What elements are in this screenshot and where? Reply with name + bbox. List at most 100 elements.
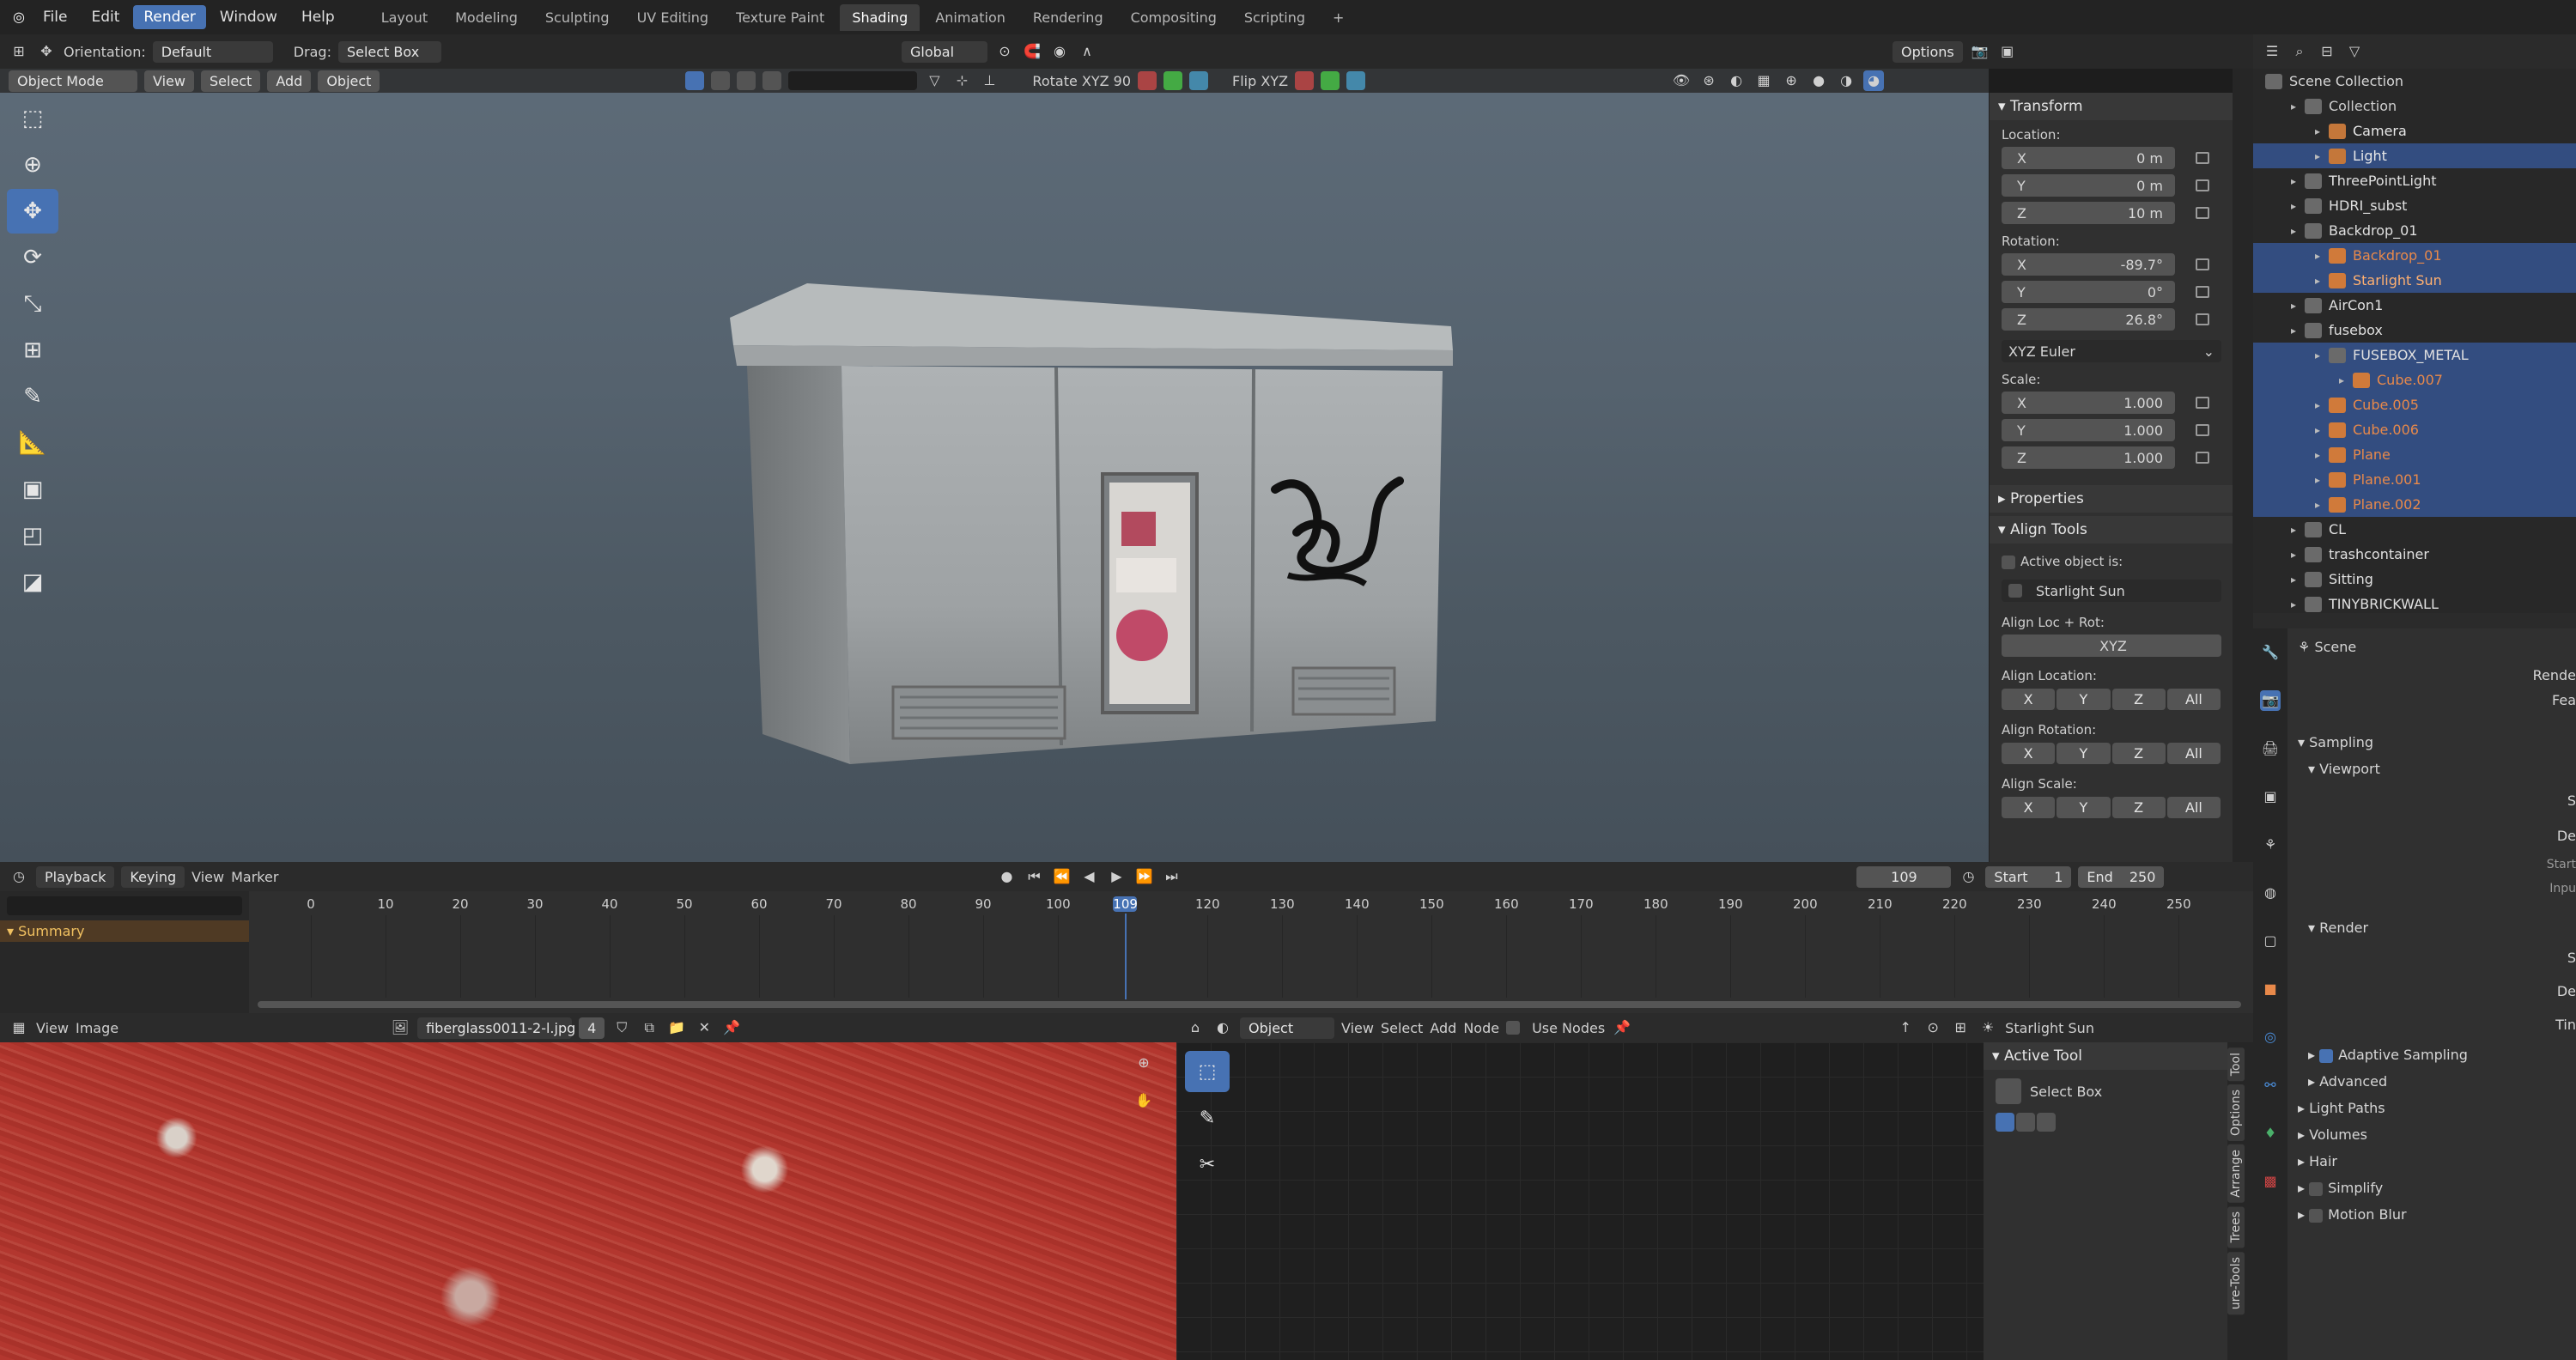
outliner-row[interactable]: ▸ FUSEBOX_METAL <box>2253 343 2576 367</box>
parent-node-icon[interactable]: ↑ <box>1895 1017 1916 1038</box>
falloff-icon[interactable]: ∧ <box>1077 41 1097 62</box>
tab-tool[interactable]: Tool <box>2227 1047 2245 1082</box>
expand-arrow-icon[interactable]: ▸ <box>2310 449 2325 461</box>
texture-tab-icon[interactable]: ▩ <box>2260 1171 2281 1192</box>
node-menu[interactable]: Node <box>1463 1020 1499 1036</box>
rotation-mode-dropdown[interactable]: XYZ Euler ⌄ <box>2002 340 2221 362</box>
expand-arrow-icon[interactable]: ▸ <box>2334 374 2349 386</box>
expand-arrow-icon[interactable]: ▸ <box>2310 150 2325 162</box>
timeline-scrollbar[interactable] <box>258 1001 2241 1008</box>
expand-arrow-icon[interactable]: ▸ <box>2310 499 2325 511</box>
next-keyframe-icon[interactable]: ⏩ <box>1133 866 1154 887</box>
expand-arrow-icon[interactable]: ▸ <box>2286 300 2301 312</box>
jump-end-icon[interactable]: ⏭ <box>1161 866 1182 887</box>
scale-y-field[interactable]: Y 1.000 <box>2002 419 2175 441</box>
snap-icon[interactable]: ⊙ <box>1923 1017 1943 1038</box>
rotation-x-field[interactable]: X -89.7° <box>2002 253 2175 276</box>
location-x-field[interactable]: X 0 m <box>2002 147 2175 169</box>
drag-dropdown[interactable]: Select Box <box>337 40 441 63</box>
scene-tab-icon[interactable]: ⚘ <box>2260 835 2281 855</box>
outliner-row[interactable]: ▸ Plane.002 <box>2253 492 2576 517</box>
timeline-editor-icon[interactable]: ◷ <box>9 866 29 887</box>
open-image-icon[interactable]: 📁 <box>666 1017 687 1038</box>
viewport-menu-select[interactable]: Select <box>200 70 261 92</box>
outliner-editor-icon[interactable]: ☰ <box>2262 41 2282 62</box>
expand-arrow-icon[interactable]: ▸ <box>2310 250 2325 262</box>
summary-row[interactable]: ▾ Summary <box>0 920 249 942</box>
sampling-section[interactable]: ▾ Sampling <box>2287 715 2576 756</box>
data-tab-icon[interactable]: ♦ <box>2260 1123 2281 1144</box>
menu-render[interactable]: Render <box>133 5 206 29</box>
object-type-dropdown[interactable]: Object <box>1240 1017 1334 1039</box>
lock-icon[interactable] <box>2196 313 2209 325</box>
image-users-count[interactable]: 4 <box>579 1017 605 1039</box>
frame-ruler[interactable]: 0 10 20 30 40 50 60 70 80 90 100 109 120 130 140 150 160… <box>249 891 2253 1013</box>
tab-texture-paint[interactable]: Texture Paint <box>724 4 836 31</box>
outliner-row[interactable]: ▸ Light <box>2253 143 2576 168</box>
shading-icon[interactable] <box>711 71 731 90</box>
scale-tool-icon[interactable]: ⤡ <box>7 282 58 326</box>
render-icon[interactable]: ▣ <box>1997 41 2018 62</box>
outliner-root[interactable]: Scene Collection <box>2253 69 2576 94</box>
overlay-icon[interactable]: ⊞ <box>1950 1017 1971 1038</box>
scale-z-field[interactable]: Z 1.000 <box>2002 446 2175 469</box>
rendered-shading-icon[interactable]: ◕ <box>1863 70 1885 91</box>
jump-start-icon[interactable]: ⏮ <box>1024 866 1044 887</box>
viewport-menu-object[interactable]: Object <box>318 70 380 92</box>
motion-blur-section[interactable]: ▸ Motion Blur <box>2287 1201 2576 1228</box>
render-preview-icon[interactable] <box>762 71 782 90</box>
lock-icon[interactable] <box>2196 424 2209 436</box>
add-cube-tool-icon[interactable]: ▣ <box>7 467 58 512</box>
expand-arrow-icon[interactable]: ▸ <box>2286 598 2301 610</box>
close-image-icon[interactable]: ✕ <box>694 1017 714 1038</box>
tab-scripting[interactable]: Scripting <box>1232 4 1317 31</box>
object-mode-dropdown[interactable]: Object Mode <box>9 70 137 92</box>
node-select-box-tool-icon[interactable]: ⬚ <box>1185 1051 1230 1092</box>
tab-trees[interactable]: Trees <box>2227 1206 2245 1248</box>
zoom-icon[interactable]: ⊕ <box>1133 1053 1154 1073</box>
viewport-menu-add[interactable]: Add <box>267 70 312 92</box>
image-browse-icon[interactable]: 🖼 <box>390 1017 410 1038</box>
playback-menu[interactable]: Playback <box>36 865 115 888</box>
solid-shading-icon[interactable]: ● <box>1808 70 1829 91</box>
select-box-tool-icon[interactable]: ⬚ <box>7 96 58 141</box>
proportional-edit-icon[interactable]: ◉ <box>1049 41 1070 62</box>
rotate-z-button[interactable] <box>1189 71 1209 90</box>
outliner-row[interactable]: ▸ Sitting <box>2253 567 2576 592</box>
image-name-field[interactable]: fiberglass0011-2-l.jpg <box>417 1017 575 1039</box>
rotation-y-field[interactable]: Y 0° <box>2002 281 2175 303</box>
node-links-cut-tool-icon[interactable]: ✂ <box>1185 1144 1230 1185</box>
align-tools-panel-header[interactable]: ▾ Align Tools <box>1990 516 2233 543</box>
filter-icon[interactable]: ▽ <box>2344 41 2365 62</box>
outliner-row[interactable]: ▸ CL <box>2253 517 2576 542</box>
align-xyz-button[interactable]: XYZ <box>2002 634 2221 657</box>
rotate-x-button[interactable] <box>1138 71 1157 90</box>
playhead-line[interactable] <box>1125 914 1127 999</box>
cursor-tool-icon[interactable]: ⊕ <box>7 143 58 187</box>
flip-x-button[interactable] <box>1295 71 1315 90</box>
physics-tab-icon[interactable]: ◎ <box>2260 1027 2281 1047</box>
outliner-row[interactable]: ▸ Cube.006 <box>2253 417 2576 442</box>
collection-tab-icon[interactable]: ▢ <box>2260 931 2281 951</box>
expand-arrow-icon[interactable]: ▸ <box>2286 524 2301 536</box>
record-icon[interactable]: ● <box>996 866 1017 887</box>
node-annotate-tool-icon[interactable]: ✎ <box>1185 1097 1230 1138</box>
menu-window[interactable]: Window <box>210 5 288 29</box>
expand-arrow-icon[interactable]: ▸ <box>2286 549 2301 561</box>
light-paths-section[interactable]: ▸ Light Paths <box>2287 1095 2576 1121</box>
simplify-section[interactable]: ▸ Simplify <box>2287 1175 2576 1201</box>
display-mode-icon[interactable]: ⊟ <box>2317 41 2337 62</box>
motion-blur-checkbox[interactable] <box>2309 1208 2324 1223</box>
lock-icon[interactable] <box>2196 179 2209 191</box>
transform-panel-header[interactable]: ▾ Transform <box>1990 93 2233 120</box>
align-rotation-z-button[interactable]: Z <box>2111 743 2166 764</box>
tab-shading[interactable]: Shading <box>840 3 920 31</box>
clock-icon[interactable]: ◷ <box>1958 866 1978 887</box>
outliner-row[interactable]: ▸ Cube.007 <box>2253 367 2576 392</box>
snap-icon[interactable]: 🧲 <box>1022 41 1042 62</box>
prev-keyframe-icon[interactable]: ⏪ <box>1051 866 1072 887</box>
outliner-row[interactable]: ▸ fusebox <box>2253 318 2576 343</box>
align-scale-z-button[interactable]: Z <box>2111 797 2166 818</box>
measure-tool-icon[interactable]: 📐 <box>7 421 58 465</box>
expand-arrow-icon[interactable]: ▸ <box>2310 424 2325 436</box>
